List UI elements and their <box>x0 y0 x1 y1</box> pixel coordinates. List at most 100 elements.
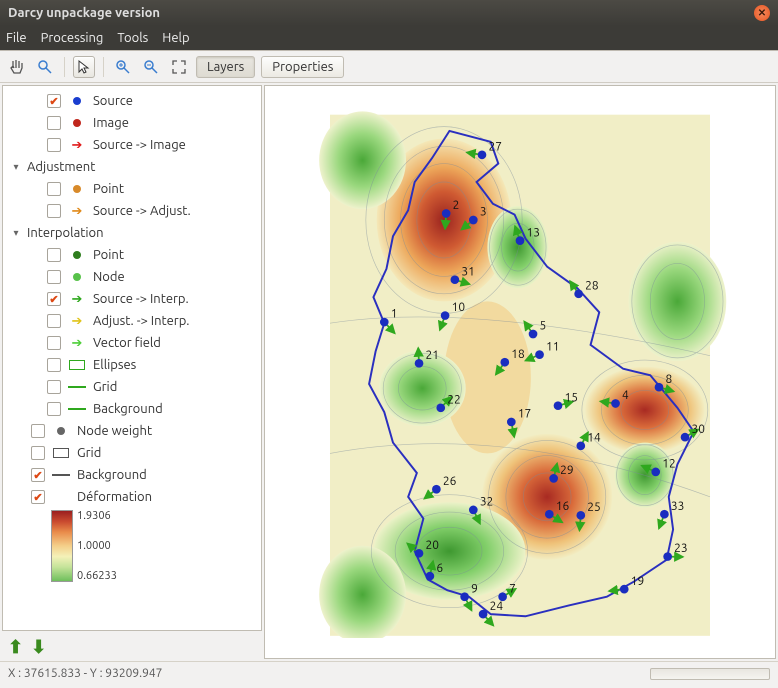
tree-item[interactable]: Background <box>3 398 261 420</box>
source-point[interactable] <box>681 433 690 442</box>
symbol-dot-icon <box>67 119 87 127</box>
source-point[interactable] <box>576 441 585 450</box>
tree-label: Point <box>93 248 124 262</box>
source-point[interactable] <box>436 403 445 412</box>
source-point[interactable] <box>554 401 563 410</box>
tree-item[interactable]: Grid <box>3 376 261 398</box>
source-point[interactable] <box>478 151 487 160</box>
menu-processing[interactable]: Processing <box>41 31 104 45</box>
checkbox[interactable] <box>47 138 61 152</box>
source-point[interactable] <box>620 585 629 594</box>
tree-label: Point <box>93 182 124 196</box>
source-point[interactable] <box>500 358 509 367</box>
layer-tree[interactable]: SourceImage➔Source -> Image▾Adjustment Po… <box>2 85 262 631</box>
source-point[interactable] <box>651 468 660 477</box>
zoom-rect-tool-icon[interactable] <box>34 56 56 78</box>
source-point[interactable] <box>529 330 538 339</box>
source-point[interactable] <box>663 552 672 561</box>
source-point[interactable] <box>451 275 460 284</box>
tree-item[interactable]: ➔Source -> Adjust. <box>3 200 261 222</box>
tree-item[interactable]: Grid <box>3 442 261 464</box>
point-label: 18 <box>511 348 524 361</box>
source-point[interactable] <box>441 311 450 320</box>
move-up-icon[interactable]: ⬆ <box>8 637 23 658</box>
checkbox[interactable] <box>47 380 61 394</box>
move-down-icon[interactable]: ⬇ <box>31 637 46 658</box>
tree-group-header[interactable]: ▾Interpolation <box>3 222 261 244</box>
tree-item[interactable]: ➔Source -> Interp. <box>3 288 261 310</box>
menu-help[interactable]: Help <box>162 31 189 45</box>
layers-button[interactable]: Layers <box>196 56 255 78</box>
tree-label: Grid <box>77 446 101 460</box>
source-point[interactable] <box>442 209 451 218</box>
point-label: 12 <box>662 458 675 471</box>
tree-item[interactable]: Background <box>3 464 261 486</box>
checkbox[interactable] <box>47 314 61 328</box>
zoom-in-icon[interactable] <box>112 56 134 78</box>
checkbox[interactable] <box>47 402 61 416</box>
source-point[interactable] <box>469 216 478 225</box>
expand-icon[interactable]: ▾ <box>11 227 21 239</box>
source-point[interactable] <box>535 350 544 359</box>
map-canvas[interactable]: 2723133128101511182184152217301412292633… <box>264 85 776 659</box>
toolbar-separator <box>64 57 65 77</box>
source-point[interactable] <box>545 510 554 519</box>
source-point[interactable] <box>415 549 424 558</box>
checkbox[interactable] <box>47 248 61 262</box>
source-point[interactable] <box>655 383 664 392</box>
close-button[interactable]: ✕ <box>754 5 770 21</box>
point-label: 25 <box>587 501 600 514</box>
checkbox[interactable] <box>47 182 61 196</box>
menu-file[interactable]: File <box>6 31 27 45</box>
checkbox[interactable] <box>47 116 61 130</box>
tree-item[interactable]: ➔Source -> Image <box>3 134 261 156</box>
source-point[interactable] <box>611 399 620 408</box>
properties-button[interactable]: Properties <box>261 56 344 78</box>
checkbox[interactable] <box>31 490 45 504</box>
checkbox[interactable] <box>47 270 61 284</box>
source-point[interactable] <box>426 572 435 581</box>
tree-item[interactable]: Node weight <box>3 420 261 442</box>
source-point[interactable] <box>460 592 469 601</box>
tree-group-header[interactable]: ▾Adjustment <box>3 156 261 178</box>
tree-item[interactable]: Déformation <box>3 486 261 508</box>
source-point[interactable] <box>507 418 516 427</box>
source-point[interactable] <box>549 474 558 483</box>
source-point[interactable] <box>469 506 478 515</box>
expand-icon[interactable]: ▾ <box>11 161 21 173</box>
zoom-fit-icon[interactable] <box>168 56 190 78</box>
source-point[interactable] <box>432 485 441 494</box>
pan-tool-icon[interactable] <box>6 56 28 78</box>
source-point[interactable] <box>479 610 488 619</box>
symbol-dot-icon <box>67 185 87 193</box>
checkbox[interactable] <box>31 468 45 482</box>
pointer-tool-icon[interactable] <box>73 56 95 78</box>
checkbox[interactable] <box>47 336 61 350</box>
source-point[interactable] <box>380 318 389 327</box>
point-label: 4 <box>622 389 629 402</box>
tree-item[interactable]: Point <box>3 244 261 266</box>
source-point[interactable] <box>516 236 525 245</box>
tree-item[interactable]: Source <box>3 90 261 112</box>
source-point[interactable] <box>576 511 585 520</box>
zoom-out-icon[interactable] <box>140 56 162 78</box>
source-point[interactable] <box>415 359 424 368</box>
tree-item[interactable]: Image <box>3 112 261 134</box>
source-point[interactable] <box>574 289 583 298</box>
point-label: 16 <box>556 500 570 513</box>
scale-max: 1.9306 <box>77 510 117 522</box>
checkbox[interactable] <box>47 204 61 218</box>
tree-item[interactable]: ➔Vector field <box>3 332 261 354</box>
tree-item[interactable]: Ellipses <box>3 354 261 376</box>
tree-label: Node <box>93 270 125 284</box>
menu-tools[interactable]: Tools <box>117 31 148 45</box>
source-point[interactable] <box>660 510 669 519</box>
tree-item[interactable]: Point <box>3 178 261 200</box>
checkbox[interactable] <box>47 94 61 108</box>
checkbox[interactable] <box>47 292 61 306</box>
tree-item[interactable]: ➔Adjust. -> Interp. <box>3 310 261 332</box>
tree-item[interactable]: Node <box>3 266 261 288</box>
checkbox[interactable] <box>31 424 45 438</box>
checkbox[interactable] <box>47 358 61 372</box>
checkbox[interactable] <box>31 446 45 460</box>
